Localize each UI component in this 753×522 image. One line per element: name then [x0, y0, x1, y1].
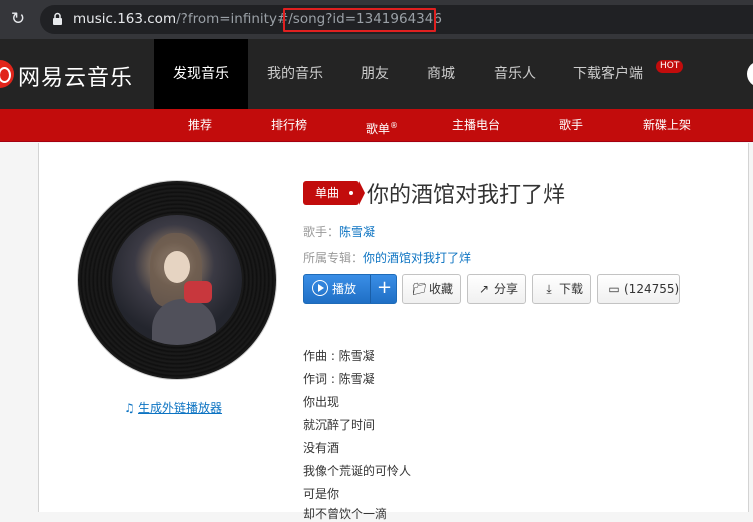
- music-note-icon: ♫: [124, 401, 135, 415]
- folder-plus-icon: 📁︎: [412, 282, 428, 296]
- generate-player-label: 生成外链播放器: [138, 401, 223, 415]
- nav-discover-music[interactable]: 发现音乐: [154, 39, 248, 109]
- search-area-edge[interactable]: [747, 61, 753, 87]
- play-icon: [312, 280, 328, 296]
- play-button[interactable]: 播放: [304, 275, 368, 303]
- album-cover: [112, 215, 242, 345]
- generate-player-link[interactable]: ♫ 生成外链播放器: [124, 399, 222, 416]
- lyric-line: 我像个荒诞的可怜人: [303, 464, 412, 478]
- cover-art-body: [152, 299, 216, 345]
- netease-music-logo-icon[interactable]: [0, 60, 14, 88]
- share-label: 分享: [494, 282, 519, 296]
- lyric-line: 作曲 : 陈雪凝: [303, 349, 375, 363]
- lyric-line: 作词 : 陈雪凝: [303, 372, 375, 386]
- browser-address-bar: ↻ music.163.com/?from=infinity#/song?id=…: [0, 0, 753, 39]
- download-label: 下载: [559, 282, 584, 296]
- download-button[interactable]: ⤓ 下载: [532, 274, 591, 304]
- hot-badge: HOT: [656, 60, 684, 73]
- registered-mark: ®: [390, 121, 399, 130]
- subnav-new-albums[interactable]: 新碟上架: [643, 109, 691, 142]
- cover-art-face: [164, 251, 190, 283]
- share-button[interactable]: ↗ 分享: [467, 274, 526, 304]
- single-badge: 单曲: [303, 181, 365, 205]
- subnav-artists[interactable]: 歌手: [559, 109, 583, 142]
- top-navigation: 网易云音乐 发现音乐 我的音乐 朋友 商城 音乐人 下载客户端 HOT: [0, 39, 753, 109]
- lyric-line: 却不曾饮个一滴: [303, 507, 388, 521]
- lyric-line: 你出现: [303, 395, 340, 409]
- lock-icon: [53, 12, 62, 25]
- lyric-line: 没有酒: [303, 441, 340, 455]
- subnav-radio[interactable]: 主播电台: [452, 109, 500, 142]
- subnav-playlists-label: 歌单: [366, 122, 391, 136]
- song-title: 你的酒馆对我打了烊: [367, 183, 566, 208]
- album-row: 所属专辑：你的酒馆对我打了烊: [303, 249, 471, 266]
- nav-my-music[interactable]: 我的音乐: [252, 39, 338, 109]
- comment-icon: ▭: [608, 282, 620, 296]
- add-to-playlist-button[interactable]: +: [370, 275, 396, 303]
- comment-count: (124755): [624, 282, 680, 296]
- sub-navigation: 推荐 排行榜 歌单® 主播电台 歌手 新碟上架: [0, 109, 753, 142]
- album-label: 所属专辑：: [303, 251, 364, 265]
- site-logo-text[interactable]: 网易云音乐: [18, 60, 133, 92]
- play-button-group: 播放 +: [303, 274, 397, 304]
- collect-label: 收藏: [429, 282, 454, 296]
- url-domain: music.163.com: [73, 11, 177, 27]
- nav-store[interactable]: 商城: [410, 39, 472, 109]
- album-link[interactable]: 你的酒馆对我打了烊: [363, 251, 471, 265]
- cover-art-glass: [184, 281, 212, 303]
- share-icon: ↗: [478, 282, 490, 296]
- lyric-line: 就沉醉了时间: [303, 418, 376, 432]
- singer-label: 歌手：: [303, 225, 340, 239]
- subnav-recommend[interactable]: 推荐: [188, 109, 212, 142]
- download-icon: ⤓: [546, 282, 552, 296]
- comments-button[interactable]: ▭ (124755): [597, 274, 680, 304]
- play-label: 播放: [332, 282, 357, 296]
- single-badge-label: 单曲: [315, 186, 340, 200]
- badge-dot: [349, 191, 353, 195]
- subnav-charts[interactable]: 排行榜: [271, 109, 307, 142]
- singer-row: 歌手：陈雪凝: [303, 223, 375, 240]
- nav-friends[interactable]: 朋友: [340, 39, 410, 109]
- subnav-playlists[interactable]: 歌单®: [366, 109, 398, 142]
- url-id-highlight-box: [283, 8, 436, 32]
- collect-button[interactable]: 📁︎ 收藏: [402, 274, 461, 304]
- lyric-line: 可是你: [303, 487, 340, 501]
- nav-download-client[interactable]: 下载客户端: [560, 39, 656, 109]
- reload-icon[interactable]: ↻: [8, 9, 28, 29]
- singer-link[interactable]: 陈雪凝: [339, 225, 375, 239]
- nav-musician[interactable]: 音乐人: [478, 39, 552, 109]
